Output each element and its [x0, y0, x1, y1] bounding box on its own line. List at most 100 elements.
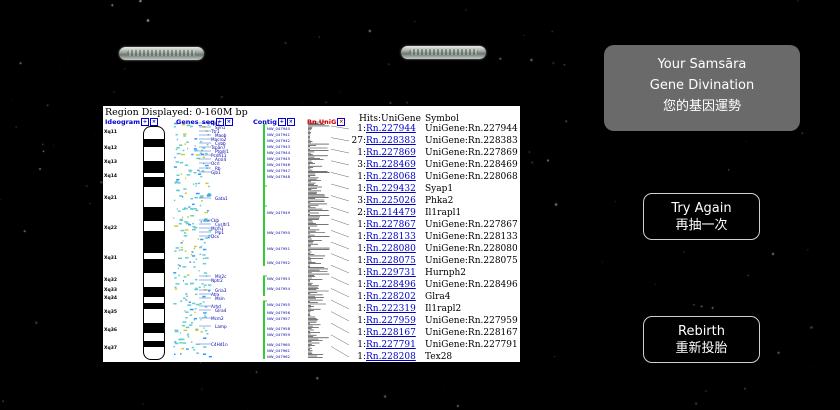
gene-glyph	[179, 161, 184, 164]
gene-label[interactable]: Dcx	[211, 234, 219, 239]
contig-label[interactable]: NW_047952	[267, 260, 290, 265]
hit-count: 3:	[357, 160, 366, 170]
unigene-track-header[interactable]: Rn UniG ×	[307, 118, 346, 126]
unigene-link[interactable]: Rn.227869	[366, 148, 416, 158]
contig-label[interactable]: NW_047962	[267, 354, 290, 359]
gene-glyph	[204, 314, 206, 317]
ideogram-band	[144, 259, 164, 273]
unigene-link[interactable]: Rn.222319	[366, 304, 416, 314]
contig-label[interactable]: NW_047960	[267, 342, 290, 347]
close-icon[interactable]: ×	[337, 118, 346, 126]
unigene-link[interactable]: Rn.229432	[366, 184, 416, 194]
band-label: Xq35	[104, 310, 117, 315]
rebirth-button[interactable]: Rebirth 重新投胎	[643, 316, 760, 363]
expand-icon[interactable]: +	[140, 118, 149, 126]
gene-glyph	[195, 258, 198, 260]
contig-label[interactable]: NW_047942	[267, 138, 290, 143]
unigene-link[interactable]: Rn.228496	[366, 280, 416, 290]
gene-glyph	[188, 324, 193, 326]
unigene-link[interactable]: Rn.228133	[366, 232, 416, 242]
contig-label[interactable]: NW_047958	[267, 326, 290, 331]
contig-label[interactable]: NW_047951	[267, 246, 290, 251]
gene-glyph	[196, 149, 199, 152]
unigene-link[interactable]: Rn.228167	[366, 328, 416, 338]
close-icon[interactable]: ×	[286, 118, 295, 126]
contig-label[interactable]: NW_047947	[267, 168, 290, 173]
unigene-link[interactable]: Rn.228068	[366, 172, 416, 182]
unigene-link[interactable]: Rn.228208	[366, 352, 416, 362]
divination-title-line3: 您的基因運勢	[662, 99, 741, 114]
try-again-button[interactable]: Try Again 再抽一次	[643, 193, 760, 240]
unigene-link[interactable]: Rn.227959	[366, 316, 416, 326]
contig-label[interactable]: NW_047940	[267, 126, 290, 131]
expand-icon[interactable]: +	[277, 118, 286, 126]
contig-label[interactable]: NW_047945	[267, 156, 290, 161]
unigene-link[interactable]: Rn.214479	[366, 208, 416, 218]
contig-track-header[interactable]: Contig + ×	[253, 118, 295, 126]
hit-symbol: UniGene:Rn.227869	[425, 148, 518, 158]
contig-label[interactable]: NW_047954	[267, 286, 290, 291]
unigene-link[interactable]: Rn.227791	[366, 340, 416, 350]
gene-glyph	[192, 222, 194, 225]
gene-glyph	[206, 143, 209, 146]
close-icon[interactable]: ×	[149, 118, 158, 126]
contig-label[interactable]: NW_047956	[267, 310, 290, 315]
gene-glyph	[191, 322, 194, 324]
gene-glyph	[193, 261, 195, 263]
contig-label[interactable]: NW_047953	[267, 276, 290, 281]
contig-label[interactable]: NW_047950	[267, 230, 290, 235]
contig-label[interactable]: NW_047961	[267, 348, 290, 353]
contig-label[interactable]: NW_047955	[267, 302, 290, 307]
gene-label[interactable]: Msin	[215, 296, 225, 301]
gene-label[interactable]: Gjb1	[211, 170, 221, 175]
unigene-link[interactable]: Rn.228469	[366, 160, 416, 170]
gene-glyph	[184, 250, 187, 252]
hit-symbol: UniGene:Rn.228383	[425, 136, 518, 146]
gene-label[interactable]: Glra4	[215, 308, 226, 313]
gene-glyph	[198, 173, 202, 175]
contig-label[interactable]: NW_047959	[267, 332, 290, 337]
unigene-link[interactable]: Rn.229731	[366, 268, 416, 278]
unigene-link[interactable]: Rn.225026	[366, 196, 416, 206]
unigene-link[interactable]: Rn.228202	[366, 292, 416, 302]
unigene-link[interactable]: Rn.227944	[366, 124, 416, 134]
gene-label[interactable]: Gata1	[215, 196, 228, 201]
gene-label[interactable]: Lamp	[215, 324, 227, 329]
gene-glyph	[195, 209, 199, 212]
close-icon[interactable]: ×	[224, 118, 233, 126]
gene-label[interactable]: Nptr2	[211, 278, 223, 283]
ideogram-track-header[interactable]: Ideogram + ×	[105, 118, 158, 126]
contig-bar	[263, 124, 265, 196]
contig-label[interactable]: NW_047948	[267, 174, 290, 179]
unigene-link[interactable]: Rn.228075	[366, 256, 416, 266]
contig-label[interactable]: NW_047943	[267, 144, 290, 149]
hit-row: 1:Rn.229731 Hurnph2	[346, 267, 466, 279]
gene-glyph	[178, 249, 181, 252]
contig-bar	[263, 276, 265, 296]
unigene-link[interactable]: Rn.228080	[366, 244, 416, 254]
hit-count: 2:	[357, 208, 366, 218]
contig-label[interactable]: NW_047949	[267, 210, 290, 215]
contig-label[interactable]: NW_047944	[267, 150, 290, 155]
gene-glyph	[183, 135, 186, 137]
gene-glyph	[185, 293, 188, 295]
gene-glyph	[203, 272, 208, 274]
gene-glyph	[197, 182, 201, 185]
gene-glyph	[173, 217, 175, 219]
hit-count: 1:	[357, 280, 366, 290]
hit-symbol: Tex28	[425, 352, 453, 362]
gene-label[interactable]: C4Hd1n	[211, 342, 228, 347]
chromosome-ideogram[interactable]	[143, 126, 165, 360]
contig-label[interactable]: NW_047946	[267, 162, 290, 167]
gene-label[interactable]: Mcm2	[211, 316, 224, 321]
band-label: Xq34	[104, 296, 117, 301]
unigene-link[interactable]: Rn.227867	[366, 220, 416, 230]
gene-glyph	[195, 192, 200, 195]
unigene-link[interactable]: Rn.228383	[366, 136, 416, 146]
gene-glyph	[194, 196, 198, 199]
ideogram-band	[144, 177, 164, 187]
gene-glyph	[184, 221, 189, 223]
gene-glyph	[181, 347, 185, 350]
contig-label[interactable]: NW_047941	[267, 132, 290, 137]
contig-label[interactable]: NW_047957	[267, 316, 290, 321]
